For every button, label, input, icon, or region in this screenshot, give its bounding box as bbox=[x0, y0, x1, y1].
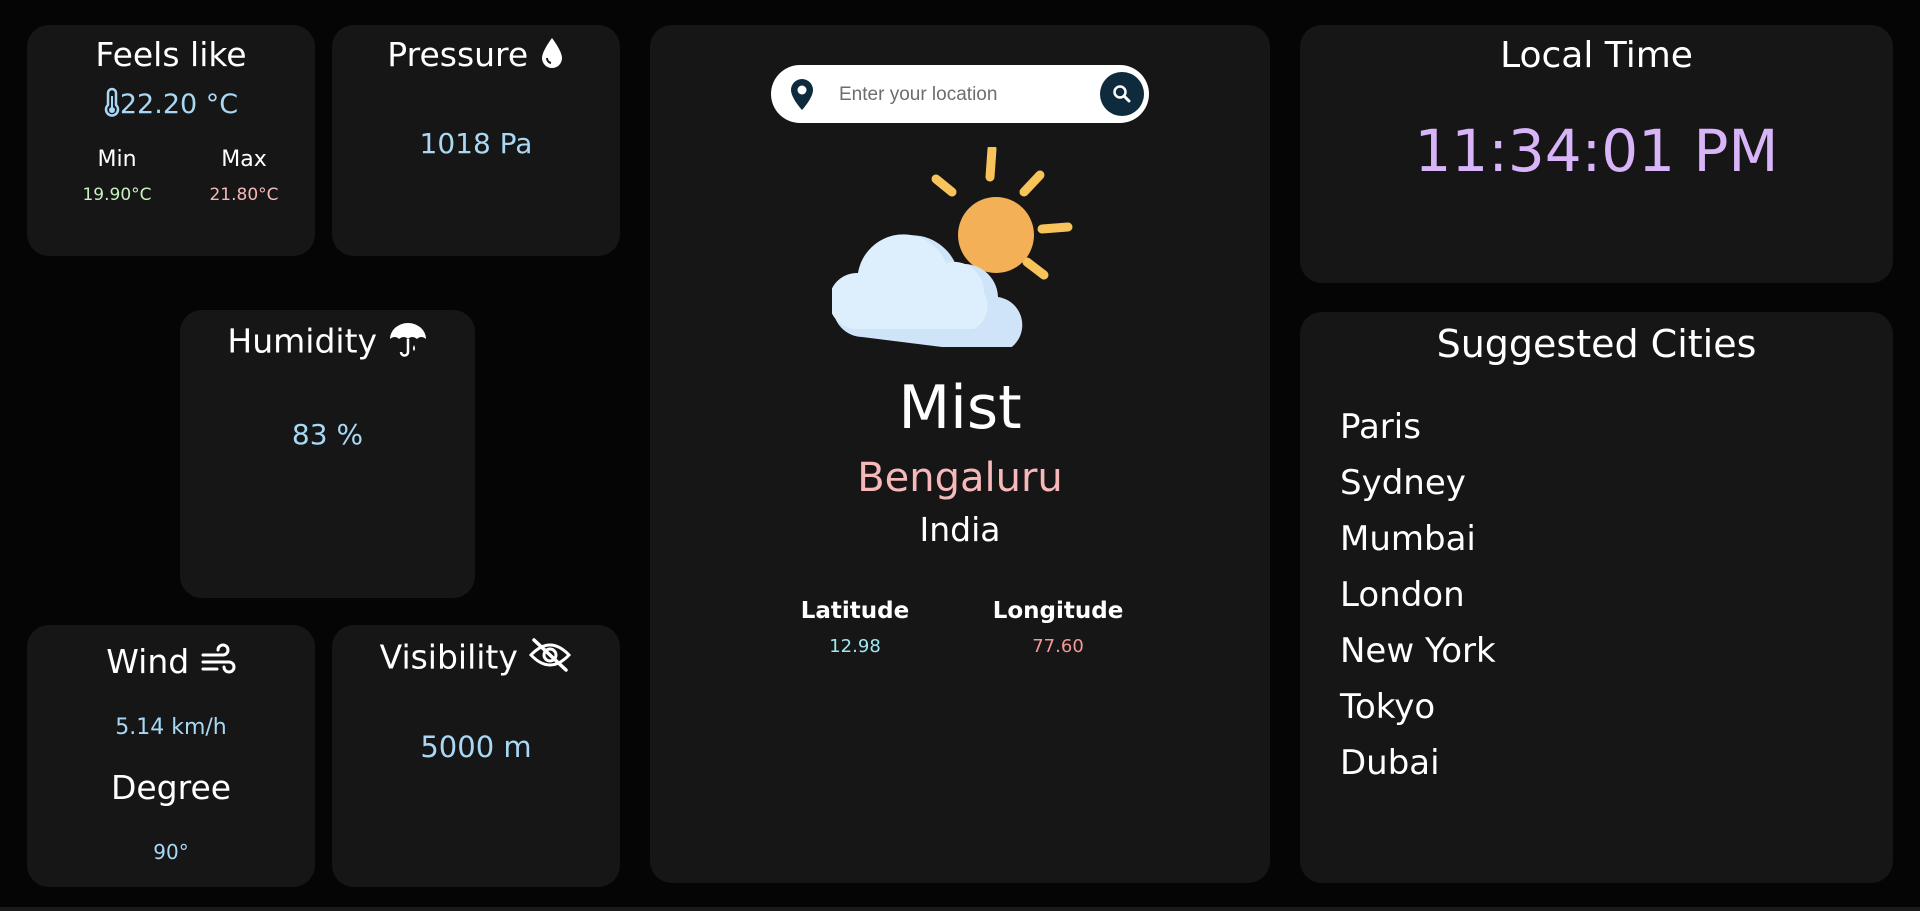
feels-like-card: Feels like 22.20 °C Min 19.90°C Max 21.8… bbox=[27, 25, 315, 256]
humidity-title-row: Humidity bbox=[180, 320, 475, 366]
bottom-divider bbox=[0, 907, 1920, 911]
latitude-value: 12.98 bbox=[829, 636, 881, 657]
suggested-city-dubai[interactable]: Dubai bbox=[1340, 743, 1496, 799]
suggested-cities-card: Suggested Cities Paris Sydney Mumbai Lon… bbox=[1300, 312, 1893, 883]
local-time-card: Local Time 11:34:01 PM bbox=[1300, 25, 1893, 283]
pressure-value: 1018 Pa bbox=[419, 127, 533, 160]
location-search-bar bbox=[771, 65, 1149, 123]
wind-title: Wind bbox=[106, 642, 190, 681]
suggested-city-mumbai[interactable]: Mumbai bbox=[1340, 519, 1496, 575]
humidity-title: Humidity bbox=[227, 321, 378, 361]
suggested-city-sydney[interactable]: Sydney bbox=[1340, 463, 1496, 519]
suggested-city-new-york[interactable]: New York bbox=[1340, 631, 1496, 687]
feels-like-value: 22.20 °C bbox=[119, 89, 239, 120]
humidity-value: 83 % bbox=[291, 418, 364, 451]
city-name: Bengaluru bbox=[857, 455, 1063, 501]
wind-speed: 5.14 km/h bbox=[115, 715, 227, 740]
visibility-title-row: Visibility bbox=[332, 637, 620, 681]
visibility-value: 5000 m bbox=[420, 730, 532, 764]
longitude-label: Longitude bbox=[992, 598, 1124, 624]
local-time-value: 11:34:01 PM bbox=[1414, 117, 1779, 185]
feels-like-title: Feels like bbox=[95, 35, 247, 74]
wind-card: Wind 5.14 km/h Degree 90° bbox=[27, 625, 315, 887]
visibility-title: Visibility bbox=[379, 637, 518, 677]
longitude-value: 77.60 bbox=[1032, 636, 1084, 657]
country-name: India bbox=[919, 510, 1001, 549]
search-button[interactable] bbox=[1100, 72, 1144, 116]
degree-label: Degree bbox=[110, 768, 232, 807]
feels-like-value-row: 22.20 °C bbox=[27, 87, 315, 124]
suggested-city-paris[interactable]: Paris bbox=[1340, 407, 1496, 463]
main-weather-card: Mist Bengaluru India Latitude 12.98 Long… bbox=[650, 25, 1270, 883]
eye-slash-icon bbox=[528, 637, 572, 681]
wind-icon bbox=[200, 643, 236, 685]
humidity-card: Humidity 83 % bbox=[180, 310, 475, 598]
suggested-cities-title: Suggested Cities bbox=[1436, 322, 1757, 366]
suggested-city-london[interactable]: London bbox=[1340, 575, 1496, 631]
water-drop-icon bbox=[539, 36, 565, 78]
degree-value: 90° bbox=[153, 840, 189, 864]
local-time-title: Local Time bbox=[1500, 35, 1693, 76]
partly-cloudy-icon bbox=[828, 144, 1092, 354]
suggested-cities-list: Paris Sydney Mumbai London New York Toky… bbox=[1340, 407, 1496, 799]
min-value: 19.90°C bbox=[82, 185, 152, 205]
umbrella-icon bbox=[388, 320, 428, 366]
location-pin-icon bbox=[789, 78, 815, 116]
visibility-card: Visibility 5000 m bbox=[332, 625, 620, 887]
pressure-title: Pressure bbox=[387, 35, 529, 74]
location-search-input[interactable] bbox=[837, 79, 1091, 111]
pressure-title-row: Pressure bbox=[332, 35, 620, 78]
thermometer-icon bbox=[104, 87, 120, 124]
max-value: 21.80°C bbox=[209, 185, 279, 205]
pressure-card: Pressure 1018 Pa bbox=[332, 25, 620, 256]
min-label: Min bbox=[97, 147, 137, 172]
search-icon bbox=[1113, 85, 1131, 103]
latitude-label: Latitude bbox=[800, 598, 910, 624]
max-label: Max bbox=[221, 147, 267, 172]
weather-condition: Mist bbox=[898, 373, 1022, 443]
suggested-city-tokyo[interactable]: Tokyo bbox=[1340, 687, 1496, 743]
wind-title-row: Wind bbox=[27, 642, 315, 685]
